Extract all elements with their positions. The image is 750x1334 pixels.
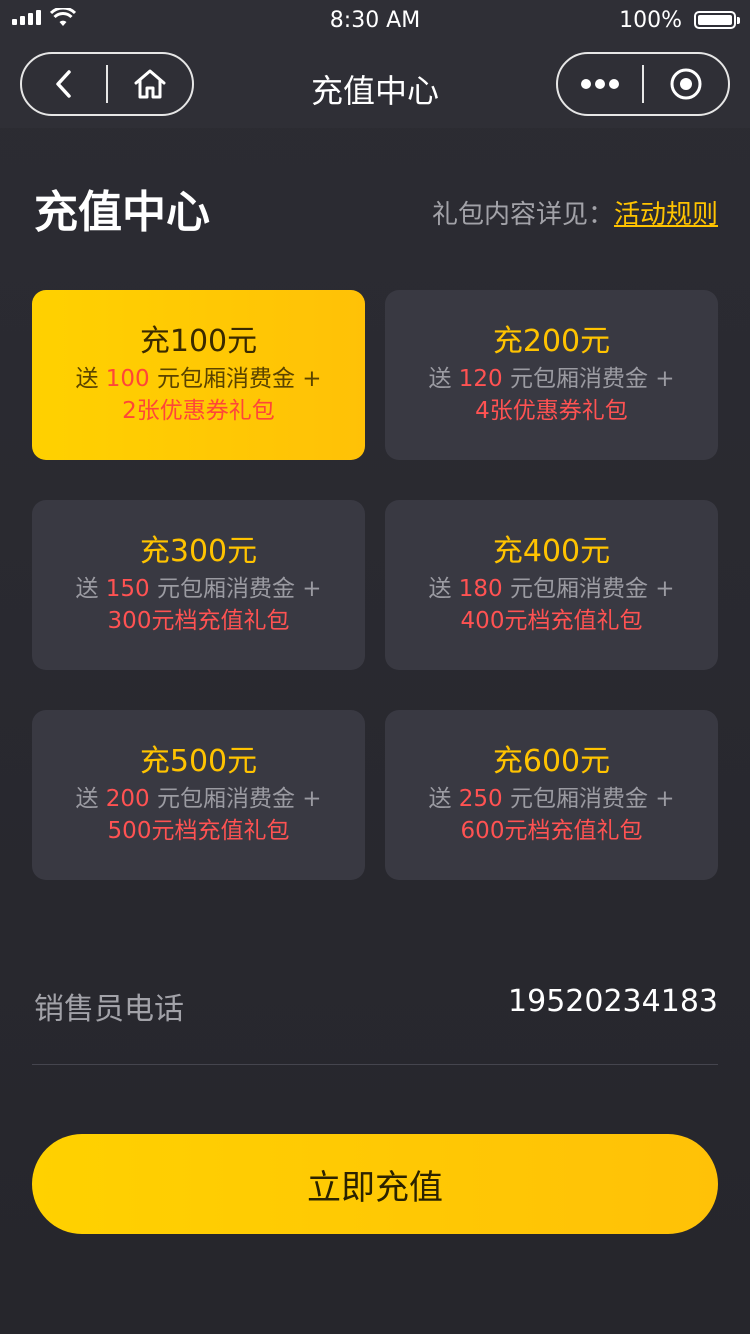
gift-suffix: 元包厢消费金 +	[149, 576, 322, 602]
gift-prefix: 送	[428, 366, 459, 392]
package-amount: 充100元	[139, 324, 258, 359]
gift-value: 200	[105, 786, 150, 812]
package-amount: 充200元	[492, 324, 611, 359]
nav-right-capsule	[556, 52, 730, 116]
package-bonus: 600元档充值礼包	[460, 818, 643, 844]
package-bonus: 4张优惠券礼包	[475, 398, 628, 424]
package-amount: 充400元	[492, 534, 611, 569]
package-amount: 充500元	[139, 744, 258, 779]
package-card[interactable]: 充200元送 120 元包厢消费金 + 4张优惠券礼包	[385, 290, 718, 460]
rules-link[interactable]: 活动规则	[614, 200, 718, 230]
rules-prefix: 礼包内容详见：	[431, 200, 614, 230]
gift-prefix: 送	[428, 576, 459, 602]
package-gift-line: 送 250 元包厢消费金 +	[385, 784, 718, 814]
target-circle-icon	[670, 68, 702, 100]
package-card[interactable]: 充500元送 200 元包厢消费金 + 500元档充值礼包	[32, 710, 365, 880]
package-bonus: 300元档充值礼包	[107, 608, 290, 634]
gift-value: 180	[458, 576, 503, 602]
status-bar: 8:30 AM 100%	[0, 0, 750, 40]
package-bonus: 500元档充值礼包	[107, 818, 290, 844]
gift-suffix: 元包厢消费金 +	[149, 786, 322, 812]
gift-suffix: 元包厢消费金 +	[502, 786, 675, 812]
package-gift-line: 送 120 元包厢消费金 +	[385, 364, 718, 394]
package-card[interactable]: 充400元送 180 元包厢消费金 + 400元档充值礼包	[385, 500, 718, 670]
package-gift-line: 送 200 元包厢消费金 +	[32, 784, 365, 814]
gift-value: 150	[105, 576, 150, 602]
nav-bar: 充值中心	[0, 40, 750, 128]
gift-value: 100	[105, 366, 150, 392]
gift-prefix: 送	[75, 576, 106, 602]
battery-icon	[694, 11, 740, 29]
package-card[interactable]: 充100元送 100 元包厢消费金 + 2张优惠券礼包	[32, 290, 365, 460]
recharge-now-button[interactable]: 立即充值	[32, 1134, 718, 1234]
gift-value: 250	[458, 786, 503, 812]
package-gift-line: 送 180 元包厢消费金 +	[385, 574, 718, 604]
gift-suffix: 元包厢消费金 +	[502, 366, 675, 392]
gift-suffix: 元包厢消费金 +	[149, 366, 322, 392]
more-dots-icon	[581, 79, 619, 89]
sales-phone-value: 19520234183	[508, 984, 718, 1019]
more-button[interactable]	[558, 54, 642, 114]
gift-suffix: 元包厢消费金 +	[502, 576, 675, 602]
sales-phone-label: 销售员电话	[34, 992, 184, 1027]
package-bonus: 2张优惠券礼包	[122, 398, 275, 424]
page-title: 充值中心	[34, 187, 210, 238]
package-amount: 充300元	[139, 534, 258, 569]
package-card[interactable]: 充600元送 250 元包厢消费金 + 600元档充值礼包	[385, 710, 718, 880]
package-card[interactable]: 充300元送 150 元包厢消费金 + 300元档充值礼包	[32, 500, 365, 670]
close-miniprogram-button[interactable]	[644, 54, 728, 114]
package-bonus: 400元档充值礼包	[460, 608, 643, 634]
gift-prefix: 送	[428, 786, 459, 812]
gift-prefix: 送	[75, 786, 106, 812]
gift-prefix: 送	[75, 366, 106, 392]
battery-percent: 100%	[619, 8, 682, 33]
gift-value: 120	[458, 366, 503, 392]
rules-line: 礼包内容详见：活动规则	[432, 194, 718, 231]
divider	[32, 1064, 718, 1065]
package-gift-line: 送 100 元包厢消费金 +	[32, 364, 365, 394]
package-gift-line: 送 150 元包厢消费金 +	[32, 574, 365, 604]
package-amount: 充600元	[492, 744, 611, 779]
